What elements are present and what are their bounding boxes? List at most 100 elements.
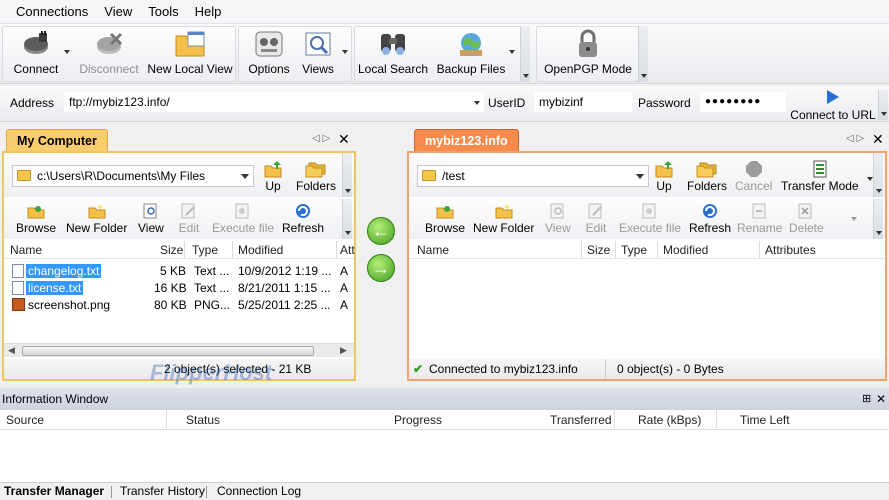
views-dropdown-icon[interactable] (342, 50, 348, 54)
menu-help[interactable]: Help (187, 1, 230, 23)
left-panel-close-icon[interactable]: ✕ (338, 131, 350, 148)
file-row[interactable]: license.txt 16 KB Text ... 8/21/2011 1:1… (4, 280, 354, 298)
left-strip-grip[interactable] (342, 153, 352, 197)
addressbar-grip[interactable] (878, 90, 888, 120)
image-file-icon (12, 298, 25, 311)
right-up-button[interactable]: Up (653, 159, 675, 193)
delete-dropdown-icon[interactable] (851, 217, 857, 221)
menu-view[interactable]: View (96, 1, 140, 23)
address-dropdown-icon[interactable] (474, 101, 480, 105)
right-rename-button[interactable]: Rename (737, 201, 782, 235)
toolbar-overflow-grip[interactable] (520, 26, 530, 82)
password-input[interactable]: ●●●●●●●● (700, 92, 786, 112)
column-type[interactable]: Type (192, 243, 218, 257)
address-input[interactable]: ftp://mybiz123.info/ (64, 92, 484, 112)
userid-input[interactable]: mybizinf (534, 92, 632, 112)
right-path-combo[interactable]: /test (417, 165, 649, 187)
left-refresh-button[interactable]: Refresh (282, 201, 324, 235)
left-execute-file-button[interactable]: Execute file (212, 201, 274, 235)
right-action-grip[interactable] (873, 199, 883, 239)
backup-files-button[interactable]: Backup Files (434, 28, 508, 80)
column-modified[interactable]: Modified (663, 243, 708, 257)
column-rate[interactable]: Rate (kBps) (638, 413, 701, 427)
file-name: changelog.txt (26, 264, 102, 278)
scrollbar-thumb[interactable] (22, 346, 314, 356)
menu-tools[interactable]: Tools (140, 1, 186, 23)
column-size[interactable]: Size (587, 243, 610, 257)
stop-icon (743, 159, 765, 179)
left-horizontal-scrollbar[interactable]: ◀ ▶ (4, 343, 354, 357)
right-objects-status: 0 object(s) - 0 Bytes (617, 362, 724, 376)
backup-dropdown-icon[interactable] (509, 50, 515, 54)
right-view-button[interactable]: View (545, 201, 571, 235)
column-time-left[interactable]: Time Left (740, 413, 790, 427)
column-name[interactable]: Name (417, 243, 449, 257)
column-modified[interactable]: Modified (238, 243, 283, 257)
options-button[interactable]: Options (244, 28, 294, 80)
right-panel-close-icon[interactable]: ✕ (872, 131, 884, 148)
scroll-right-arrow-icon[interactable]: ▶ (340, 345, 347, 356)
path-dropdown-icon[interactable] (241, 174, 249, 179)
right-edit-button[interactable]: Edit (585, 201, 607, 235)
scroll-left-arrow-icon[interactable]: ◀ (8, 345, 15, 356)
text-file-icon (12, 264, 24, 278)
tab-transfer-manager[interactable]: Transfer Manager (4, 483, 104, 500)
column-transferred[interactable]: Transferred (550, 413, 612, 427)
file-name: screenshot.png (28, 298, 111, 312)
path-dropdown-icon[interactable] (636, 174, 644, 179)
column-source[interactable]: Source (6, 413, 44, 427)
left-new-folder-button[interactable]: New Folder (66, 201, 127, 235)
left-path-combo[interactable]: c:\Users\R\Documents\My Files (12, 165, 254, 187)
column-name[interactable]: Name (10, 243, 42, 257)
tab-remote-site[interactable]: mybiz123.info (414, 129, 519, 153)
up-folder-icon (653, 159, 675, 179)
transfer-right-button[interactable]: → (367, 254, 395, 282)
file-row[interactable]: changelog.txt 5 KB Text ... 10/9/2012 1:… (4, 263, 354, 281)
file-row[interactable]: screenshot.png 80 KB PNG... 5/25/2011 2:… (4, 297, 354, 315)
left-up-button[interactable]: Up (262, 159, 284, 193)
local-search-button[interactable]: Local Search (358, 28, 428, 80)
views-button[interactable]: Views (296, 28, 340, 80)
transfer-mode-button[interactable]: Transfer Mode (781, 159, 859, 193)
connect-icon (20, 28, 52, 60)
left-view-button[interactable]: View (138, 201, 164, 235)
left-action-grip[interactable] (342, 199, 352, 239)
left-column-header: Name Size Type Modified Att (4, 241, 355, 259)
left-folders-button[interactable]: Folders (296, 159, 336, 193)
left-tab-nav-icon[interactable]: ◁ ▷ (312, 133, 330, 144)
pin-icon[interactable]: ⊞ (862, 388, 871, 410)
left-edit-button[interactable]: Edit (178, 201, 200, 235)
column-status[interactable]: Status (186, 413, 220, 427)
info-close-icon[interactable]: ✕ (876, 388, 886, 410)
tab-my-computer[interactable]: My Computer (6, 129, 108, 153)
right-folders-button[interactable]: Folders (687, 159, 727, 193)
connect-dropdown-icon[interactable] (64, 50, 70, 54)
tab-connection-log[interactable]: Connection Log (217, 483, 301, 500)
menu-connections[interactable]: Connections (8, 1, 96, 23)
right-refresh-button[interactable]: Refresh (689, 201, 731, 235)
right-tab-nav-icon[interactable]: ◁ ▷ (846, 133, 864, 144)
connect-to-url-button[interactable]: Connect to URL (790, 88, 876, 122)
file-attributes: A (340, 298, 349, 312)
column-attributes[interactable]: Attributes (765, 243, 816, 257)
openpgp-mode-button[interactable]: OpenPGP Mode (542, 28, 634, 80)
right-browse-button[interactable]: Browse (425, 201, 465, 235)
connect-button[interactable]: Connect (10, 28, 62, 80)
toolbar-overflow-grip-2[interactable] (638, 26, 648, 82)
right-execute-file-button[interactable]: Execute file (619, 201, 681, 235)
right-delete-button[interactable]: Delete (789, 201, 824, 235)
column-type[interactable]: Type (621, 243, 647, 257)
column-separator (336, 241, 337, 259)
column-size[interactable]: Size (160, 243, 183, 257)
transfer-left-button[interactable]: ← (367, 217, 395, 245)
left-browse-button[interactable]: Browse (16, 201, 56, 235)
new-local-view-button[interactable]: New Local View (146, 28, 234, 80)
tab-transfer-history[interactable]: Transfer History (120, 483, 205, 500)
column-progress[interactable]: Progress (394, 413, 442, 427)
disconnect-button[interactable]: Disconnect (76, 28, 142, 80)
column-attributes[interactable]: Att (340, 243, 355, 257)
right-new-folder-button[interactable]: New Folder (473, 201, 534, 235)
right-cancel-button[interactable]: Cancel (735, 159, 772, 193)
folder-window-icon (174, 28, 206, 60)
right-strip-grip[interactable] (873, 153, 883, 197)
